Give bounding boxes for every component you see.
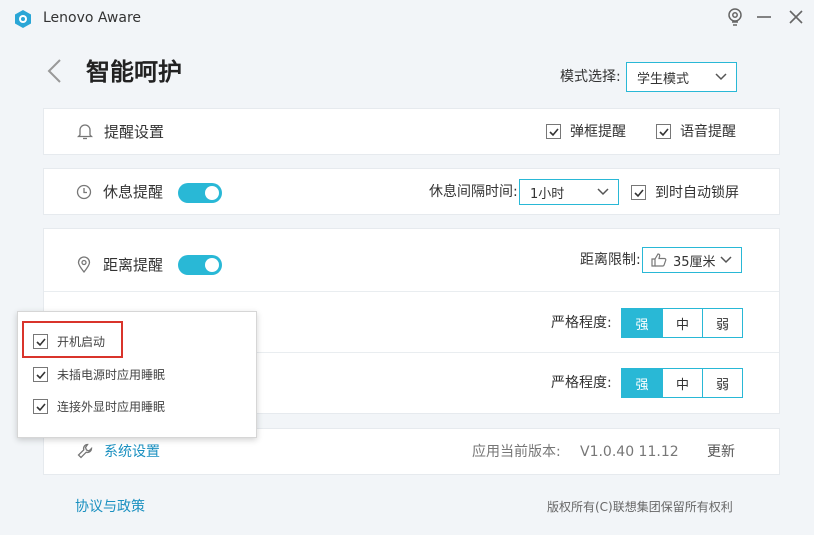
check-icon [634, 189, 644, 198]
thumbs-up-icon [651, 253, 667, 267]
sleep-unplugged-checkbox[interactable] [33, 367, 48, 382]
rest-interval-select[interactable]: 1小时 [519, 179, 619, 205]
strictness-strong-button[interactable]: 强 [622, 309, 662, 337]
minimize-icon [757, 16, 771, 18]
copyright-text: 版权所有(C)联想集团保留所有权利 [547, 500, 733, 514]
rest-interval-label: 休息间隔时间: [429, 184, 518, 200]
distance-reminder-label: 距离提醒 [103, 256, 164, 274]
check-icon [659, 128, 669, 137]
voice-reminder-label: 语音提醒 [680, 124, 736, 140]
back-button[interactable] [44, 56, 68, 88]
check-icon [36, 403, 46, 412]
page-title: 智能呵护 [86, 58, 182, 86]
check-icon [549, 128, 559, 137]
strictness-strong-button[interactable]: 强 [622, 369, 662, 397]
popup-reminder-label: 弹框提醒 [570, 124, 626, 140]
sleep-external-display-checkbox[interactable] [33, 399, 48, 414]
popup-item-sleep-external-display[interactable]: 连接外显时应用睡眠 [33, 398, 165, 415]
voice-reminder-checkbox[interactable] [656, 124, 671, 139]
app-title: Lenovo Aware [43, 10, 142, 26]
rest-interval-value: 1小时 [530, 186, 565, 202]
app-logo-icon [13, 9, 33, 29]
popup-reminder-checkbox[interactable] [546, 124, 561, 139]
distance-reminder-toggle[interactable] [178, 255, 222, 275]
rest-reminder-toggle[interactable] [178, 183, 222, 203]
bell-icon [76, 123, 95, 141]
policy-link[interactable]: 协议与政策 [75, 496, 145, 516]
mode-label: 模式选择: [560, 69, 621, 85]
chevron-down-icon [597, 188, 609, 196]
strictness-segment-1[interactable]: 强 中 弱 [621, 308, 743, 338]
wrench-icon [77, 443, 95, 461]
system-settings-link[interactable]: 系统设置 [104, 442, 160, 462]
strictness-weak-button[interactable]: 弱 [702, 369, 742, 397]
strictness-medium-button[interactable]: 中 [662, 309, 702, 337]
highlight-box [22, 321, 123, 358]
mode-select-value: 学生模式 [637, 71, 690, 87]
distance-limit-label: 距离限制: [580, 252, 641, 268]
clock-icon [76, 184, 94, 202]
update-button[interactable]: 更新 [707, 443, 735, 461]
popup-item-sleep-unplugged[interactable]: 未插电源时应用睡眠 [33, 366, 165, 383]
location-pin-icon [76, 256, 94, 274]
popup-item-label: 连接外显时应用睡眠 [57, 400, 166, 414]
mode-select[interactable]: 学生模式 [626, 62, 737, 92]
strictness-label-2: 严格程度: [551, 375, 612, 391]
minimize-button[interactable] [752, 5, 776, 29]
reminder-settings-label: 提醒设置 [104, 123, 165, 141]
chevron-down-icon [715, 73, 727, 81]
lightbulb-icon[interactable] [723, 5, 747, 29]
strictness-medium-button[interactable]: 中 [662, 369, 702, 397]
close-button[interactable] [784, 5, 808, 29]
strictness-segment-2[interactable]: 强 中 弱 [621, 368, 743, 398]
close-icon [789, 10, 803, 24]
distance-limit-value: 35厘米 [673, 254, 716, 270]
chevron-down-icon [720, 256, 732, 264]
popup-item-label: 未插电源时应用睡眠 [57, 368, 166, 382]
auto-lock-checkbox[interactable] [631, 185, 646, 200]
version-label: 应用当前版本: [472, 444, 561, 460]
rest-reminder-label: 休息提醒 [103, 183, 164, 201]
divider [44, 291, 779, 292]
chevron-left-icon [47, 59, 61, 83]
check-icon [36, 371, 46, 380]
strictness-label-1: 严格程度: [551, 315, 612, 331]
version-value: V1.0.40 11.12 [580, 444, 679, 460]
distance-limit-select[interactable]: 35厘米 [642, 247, 742, 273]
strictness-weak-button[interactable]: 弱 [702, 309, 742, 337]
auto-lock-label: 到时自动锁屏 [655, 185, 739, 201]
